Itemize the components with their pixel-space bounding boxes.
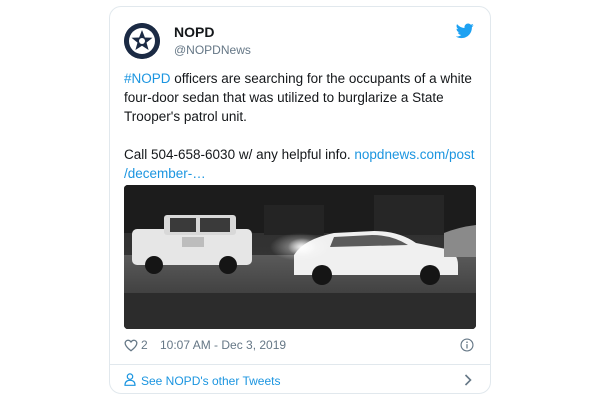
tweet-text-call: Call 504-658-6030 w/ any helpful info. (124, 147, 355, 162)
news-link-part2[interactable]: /december-… (124, 166, 206, 181)
person-icon (124, 373, 136, 386)
embedded-tweet-card: NOPD @NOPDNews #NOPD officers are search… (109, 6, 491, 394)
tweet-header: NOPD @NOPDNews (124, 21, 476, 61)
see-other-tweets-link[interactable]: See NOPD's other Tweets (124, 369, 476, 391)
news-link-part1[interactable]: nopdnews.com/post (354, 147, 474, 162)
tweet-text-line2: four-door sedan that was utilized to bur… (124, 90, 444, 105)
tweet-text-line3: Trooper's patrol unit. (124, 109, 247, 124)
author-name[interactable]: NOPD (174, 24, 214, 40)
tweet-text: #NOPD officers are searching for the occ… (124, 69, 480, 183)
see-other-tweets-label[interactable]: See NOPD's other Tweets (141, 374, 280, 388)
tweet-timestamp[interactable]: 10:07 AM - Dec 3, 2019 (160, 338, 286, 352)
nopd-avatar[interactable] (124, 23, 160, 59)
chevron-right-icon[interactable] (464, 374, 472, 386)
twitter-bird-icon[interactable] (456, 23, 474, 39)
heart-icon[interactable] (124, 339, 138, 352)
hashtag-link[interactable]: #NOPD (124, 71, 171, 86)
nopd-star-badge-icon (124, 23, 160, 59)
tweet-text-line1: officers are searching for the occupants… (170, 71, 472, 86)
footer-divider (110, 364, 490, 365)
info-icon[interactable] (460, 338, 474, 352)
tweet-meta: 2 10:07 AM - Dec 3, 2019 (124, 337, 476, 355)
author-handle[interactable]: @NOPDNews (174, 43, 251, 57)
like-count[interactable]: 2 (141, 338, 148, 352)
surveillance-photo[interactable] (124, 185, 476, 329)
